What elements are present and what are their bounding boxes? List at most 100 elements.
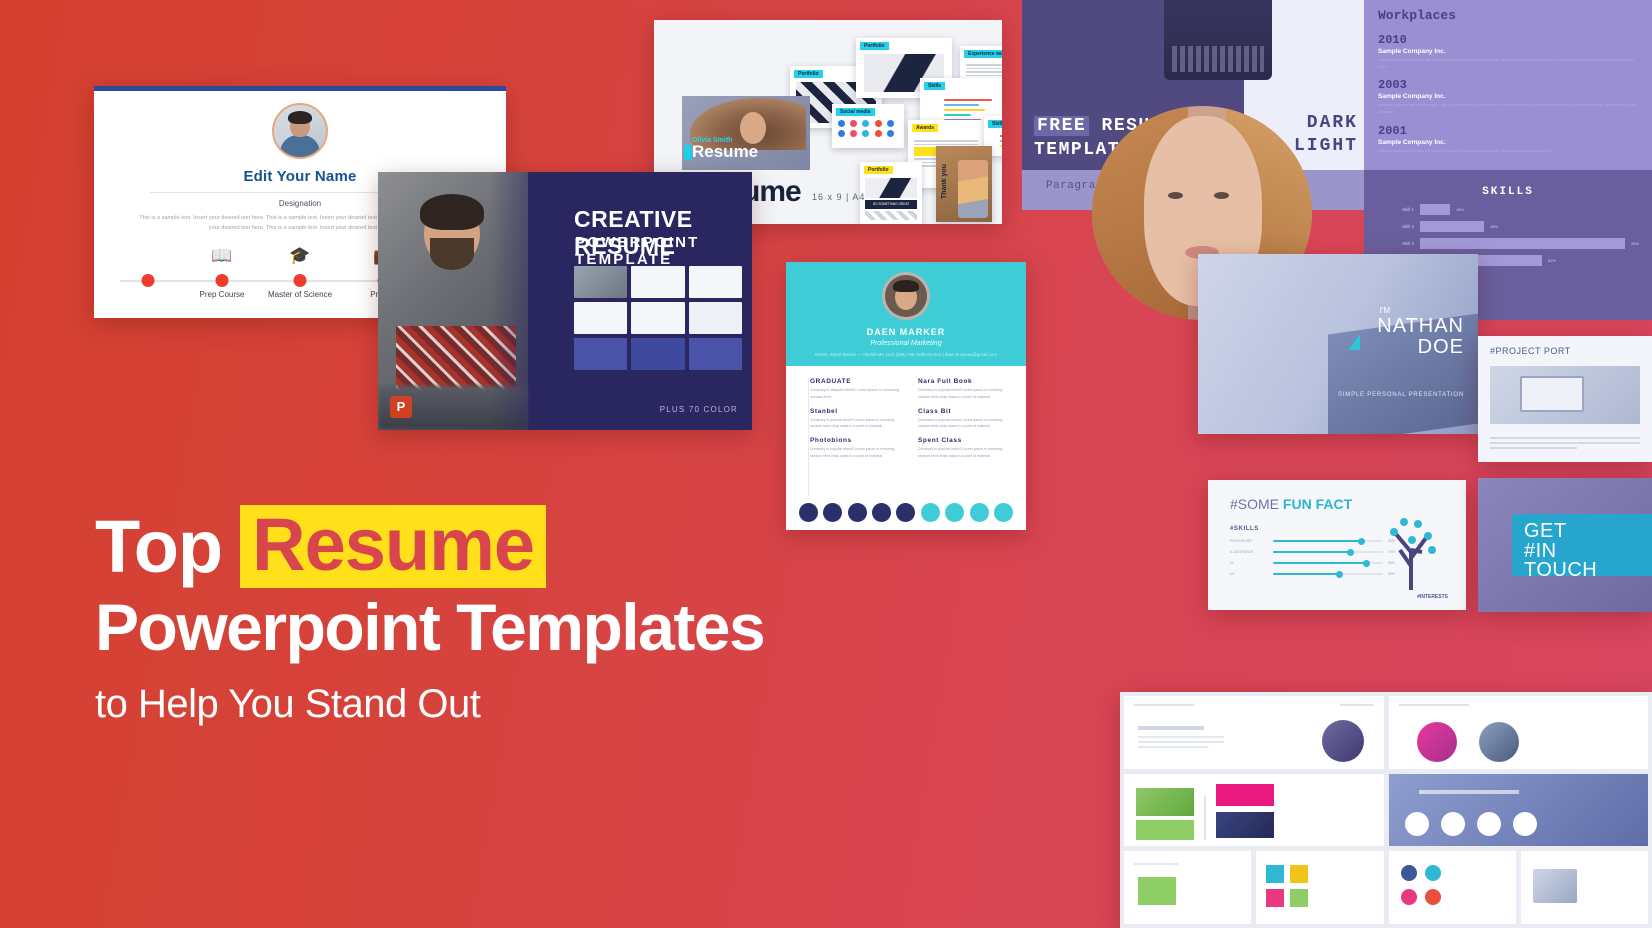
workplaces-title: Workplaces bbox=[1378, 8, 1457, 23]
google-plus-icon[interactable] bbox=[969, 502, 989, 522]
grid-slide[interactable] bbox=[1388, 773, 1648, 847]
twitter-icon[interactable] bbox=[945, 502, 965, 522]
slide-lines bbox=[966, 62, 1002, 78]
workplace-entry: 2001 Sample Company Inc. Dolorque consec… bbox=[1378, 124, 1638, 155]
grid-slide[interactable] bbox=[1388, 851, 1516, 924]
grid-thumb[interactable] bbox=[688, 266, 742, 298]
headline-top-word: Top bbox=[95, 505, 223, 588]
creative-subtitle: POWERPOINT TEMPLATE bbox=[575, 234, 700, 268]
social-icons bbox=[838, 120, 896, 137]
badge-icon[interactable] bbox=[896, 502, 916, 522]
fun-fact-title-hash: #SOME bbox=[1230, 496, 1283, 512]
person-role: Professional Marketing bbox=[870, 340, 942, 347]
slide-thumb-thank-you[interactable]: Thank you bbox=[936, 146, 992, 222]
template-card-get-in-touch[interactable]: GET #IN TOUCH bbox=[1478, 478, 1652, 612]
daen-footer-icons bbox=[786, 494, 1026, 530]
slider-track[interactable] bbox=[1273, 548, 1383, 556]
get-in-touch-box: GET #IN TOUCH bbox=[1512, 514, 1652, 580]
slider-handle[interactable] bbox=[1335, 570, 1343, 578]
touch-line3: TOUCH bbox=[1524, 559, 1598, 582]
portrait-eye-right bbox=[1214, 192, 1229, 199]
workplace-text: Dolorque consectetuer tutario nisl congu… bbox=[1378, 58, 1635, 69]
grid-thumb[interactable] bbox=[688, 302, 742, 334]
badge-icon[interactable] bbox=[823, 502, 843, 522]
slide-caption: DO SOMETHING GREAT bbox=[865, 200, 917, 209]
facebook-icon[interactable] bbox=[920, 502, 940, 522]
workplace-company: Sample Company Inc. bbox=[1378, 93, 1446, 101]
workplace-entry: 2010 Sample Company Inc. Dolorque consec… bbox=[1378, 33, 1638, 70]
skill-bar bbox=[1420, 238, 1625, 249]
slider-track[interactable] bbox=[1273, 559, 1383, 567]
avatar-hair bbox=[893, 280, 919, 292]
skill-label: Skill 1 bbox=[1401, 207, 1414, 212]
slide-thumb[interactable]: Social media bbox=[832, 104, 904, 148]
slide-thumb[interactable]: Portfolio DO SOMETHING GREAT bbox=[860, 162, 922, 224]
fun-fact-title-bold: FUN FACT bbox=[1282, 496, 1353, 512]
interests-label: #INTERESTS bbox=[1417, 594, 1448, 600]
slider-track[interactable] bbox=[1273, 570, 1383, 578]
slider-handle[interactable] bbox=[1357, 537, 1365, 545]
grid-thumb[interactable] bbox=[631, 302, 685, 334]
headline-highlight-resume: Resume bbox=[240, 505, 547, 589]
slider-handle[interactable] bbox=[1363, 559, 1371, 567]
grid-thumb[interactable] bbox=[574, 266, 628, 298]
workplace-year: 2003 bbox=[1378, 78, 1407, 93]
photo-hair bbox=[420, 194, 484, 230]
grid-slide[interactable] bbox=[1256, 851, 1384, 924]
slide-tag: Experience work bbox=[964, 50, 1002, 58]
slider-track[interactable] bbox=[1273, 537, 1383, 545]
skill-value: 18% bbox=[1456, 207, 1465, 212]
slide-photo bbox=[958, 160, 988, 218]
grid-thumb[interactable] bbox=[631, 266, 685, 298]
timeline-label: Prep Course bbox=[199, 289, 245, 299]
poster-canvas: Edit Your Name Designation This is a sam… bbox=[0, 0, 1652, 928]
section-text: Dominary in popular beneS Lorem ipsum in… bbox=[810, 447, 896, 459]
project-lines bbox=[1478, 434, 1652, 452]
badge-icon[interactable] bbox=[847, 502, 867, 522]
grid-thumb[interactable] bbox=[574, 338, 628, 370]
linkedin-icon[interactable] bbox=[994, 502, 1014, 522]
workplaces-panel: Workplaces 2010 Sample Company Inc. Dolo… bbox=[1364, 0, 1652, 170]
timeline-dot bbox=[293, 273, 307, 287]
slider-handle[interactable] bbox=[1346, 548, 1354, 556]
grid-thumb[interactable] bbox=[688, 338, 742, 370]
slide-tag: Portfolio bbox=[794, 70, 823, 78]
badge-icon[interactable] bbox=[798, 502, 818, 522]
grid-thumb[interactable] bbox=[631, 338, 685, 370]
avatar-torso bbox=[280, 135, 320, 157]
template-card-creative-resume[interactable]: CREATIVE RESUME POWERPOINT TEMPLATE PLUS… bbox=[378, 172, 752, 430]
free-word: FREE bbox=[1034, 116, 1090, 136]
grid-slide[interactable] bbox=[1124, 851, 1252, 924]
timeline-dot bbox=[141, 273, 155, 287]
bottom-slide-grid bbox=[1124, 696, 1648, 924]
template-card-project-portfolio[interactable]: #PROJECT PORT bbox=[1478, 336, 1652, 462]
headline-line-1: Top Resume bbox=[95, 505, 764, 589]
skill-label: ILLUSTRATOR bbox=[1230, 550, 1254, 554]
nathan-name-line1: NATHAN bbox=[1377, 315, 1464, 337]
grid-slide[interactable] bbox=[1124, 773, 1384, 847]
section-heading: Class Bit bbox=[918, 407, 952, 415]
grid-slide[interactable] bbox=[1124, 696, 1384, 769]
photo-gradient-mask bbox=[490, 172, 573, 430]
skill-row: Skill 3 98% bbox=[1392, 238, 1652, 249]
slide-image bbox=[865, 178, 917, 198]
nathan-im-label: I'M bbox=[1379, 306, 1390, 315]
grid-thumb[interactable] bbox=[574, 302, 628, 334]
photo-beard bbox=[430, 238, 474, 270]
portrait-eye-left bbox=[1168, 192, 1183, 199]
collage-size-note: 16 x 9 | A4 bbox=[812, 192, 866, 202]
grid-slide[interactable] bbox=[1520, 851, 1648, 924]
section-text: Dominary in popular beneS Lorem ipsum in… bbox=[918, 417, 1004, 429]
template-card-fun-fact[interactable]: #SOME FUN FACT #SKILLS PHOTOSHOP 80% ILL… bbox=[1208, 480, 1466, 610]
skill-label: Skill 3 bbox=[1401, 241, 1414, 246]
template-card-bottom-collage[interactable] bbox=[1120, 692, 1652, 928]
slide-tag: Skills bbox=[924, 82, 946, 90]
workplace-year: 2001 bbox=[1378, 123, 1407, 138]
template-card-daen-marker[interactable]: DAEN MARKER Professional Marketing DAEN.… bbox=[786, 262, 1026, 530]
template-card-nathan-doe[interactable]: I'M NATHAN DOE SIMPLE PERSONAL PRESENTAT… bbox=[1198, 254, 1478, 434]
hero-accent-bar bbox=[684, 145, 692, 160]
grid-slide[interactable] bbox=[1388, 696, 1648, 769]
typewriter-image bbox=[1164, 0, 1272, 80]
timeline-label: Master of Science bbox=[267, 289, 333, 299]
badge-icon[interactable] bbox=[872, 502, 892, 522]
